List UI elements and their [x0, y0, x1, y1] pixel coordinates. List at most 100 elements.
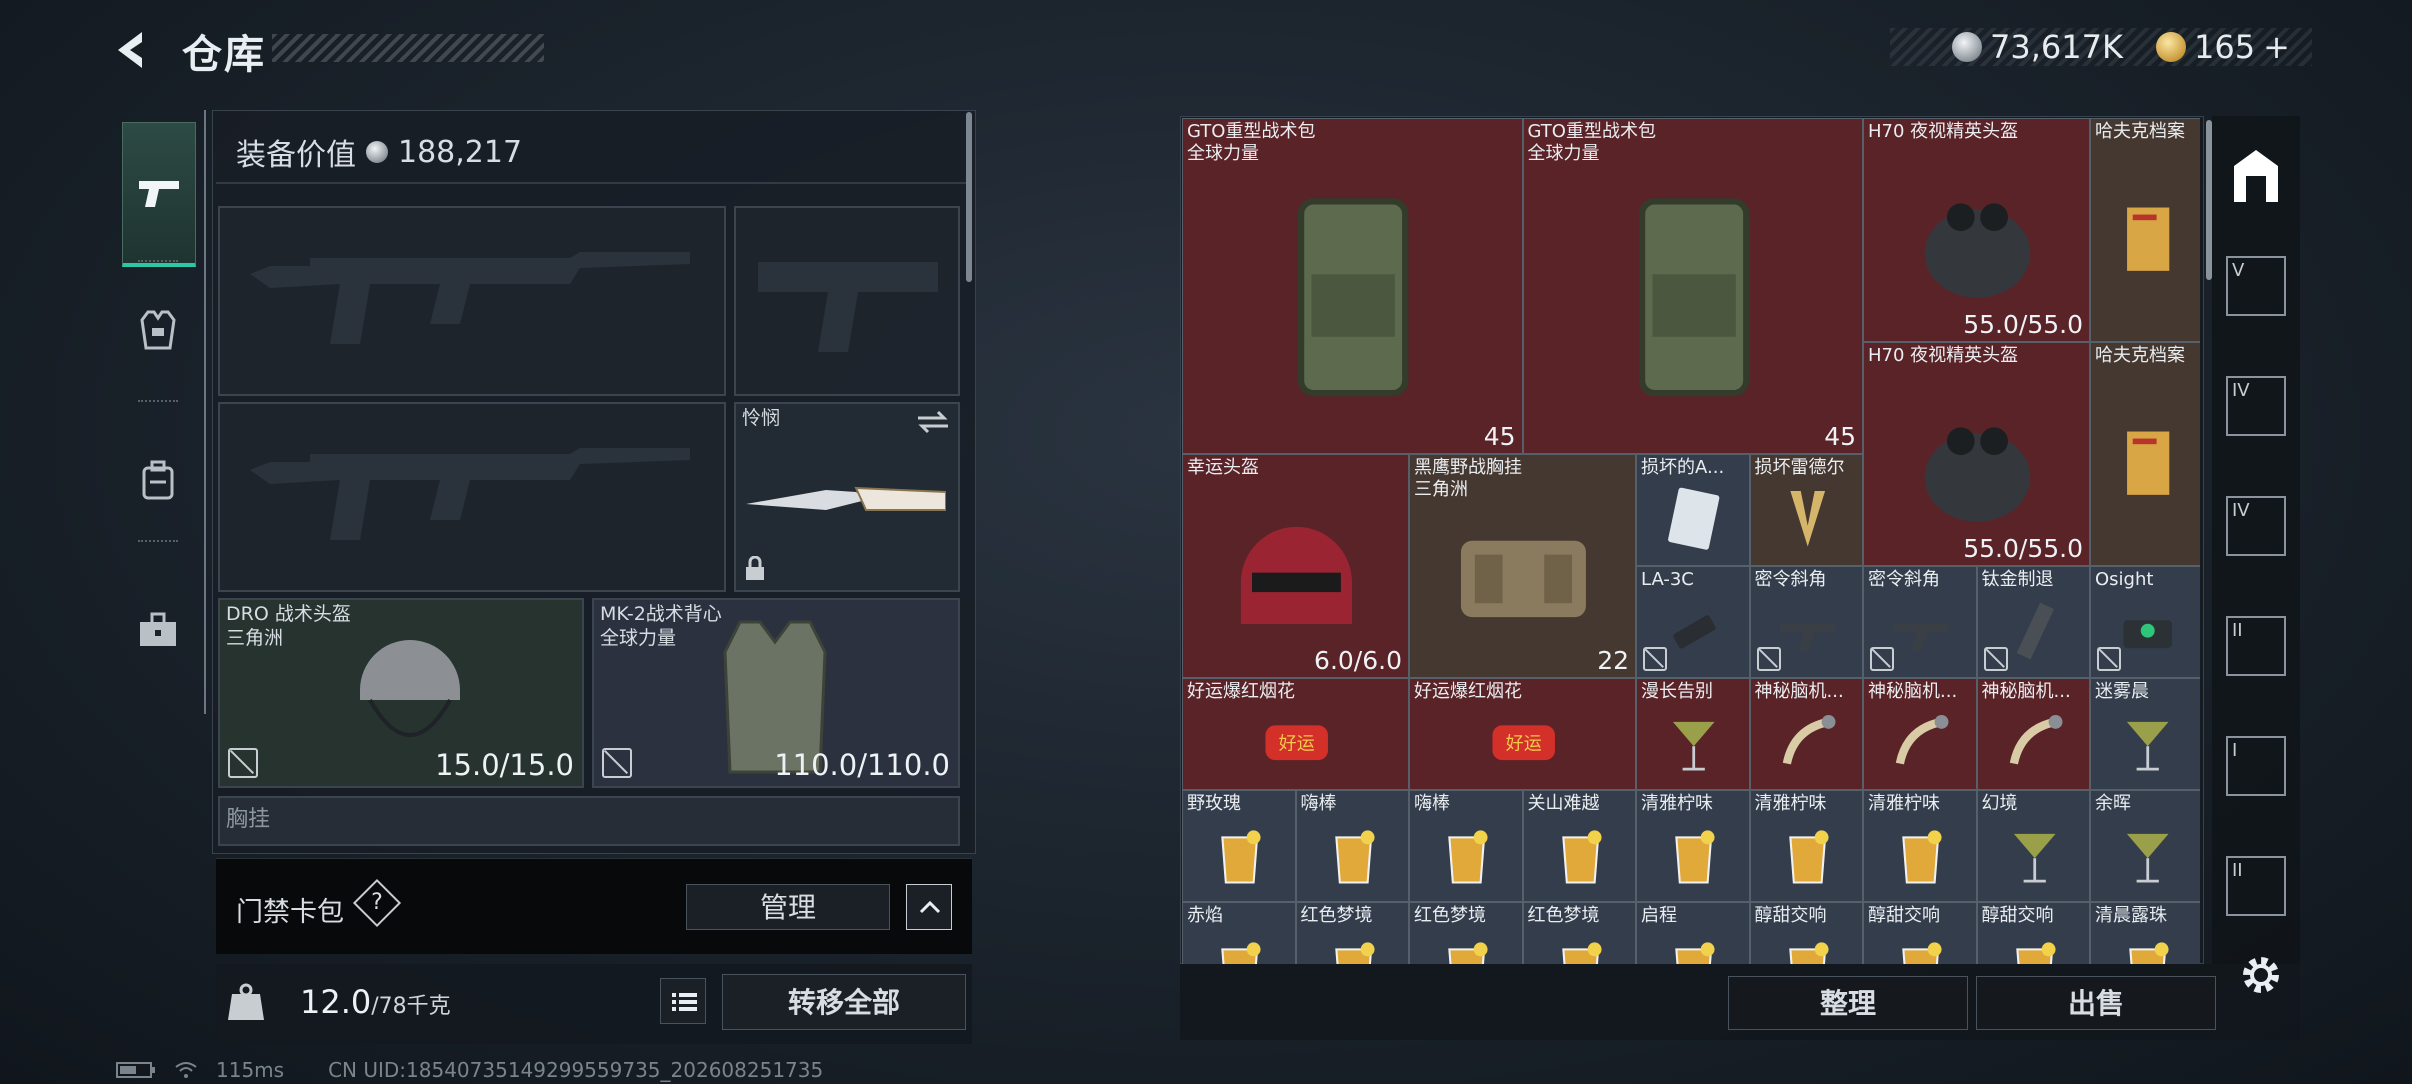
stash-item[interactable]: 野玫瑰 — [1182, 790, 1296, 902]
pistol-slot[interactable] — [734, 206, 960, 396]
tier-tab[interactable]: IV — [2226, 496, 2286, 556]
tab-armor[interactable] — [122, 260, 194, 400]
stash-item[interactable]: 赤焰 — [1182, 902, 1296, 964]
pistol-silhouette-icon — [758, 262, 938, 352]
tab-backpack[interactable] — [122, 410, 194, 550]
vest-faction: 全球力量 — [600, 627, 677, 649]
help-icon[interactable]: ? — [362, 888, 392, 918]
tier-tab[interactable]: IV — [2226, 376, 2286, 436]
weight-value: 12.0 — [300, 983, 372, 1021]
stash-item[interactable]: 神秘脑机... — [1976, 678, 2090, 790]
stash-item[interactable]: 钛金制退 — [1976, 566, 2090, 678]
weight-readout: 12.0/78千克 — [300, 983, 451, 1021]
drink-icon — [1221, 942, 1261, 964]
stash-item[interactable]: 红色梦境 — [1295, 902, 1409, 964]
helmet-faction: 三角洲 — [226, 627, 284, 649]
secondary-weapon-slot[interactable] — [218, 402, 726, 592]
item-name: 好运爆红烟花 — [1414, 681, 1522, 702]
vest-slot[interactable]: MK-2战术背心 全球力量 110.0/110.0 — [592, 598, 960, 788]
stash-tabs: V IV IV II I II — [2212, 116, 2300, 964]
tab-weapons[interactable] — [122, 122, 196, 267]
stash-item[interactable]: 幸运头盔 6.0/6.0 — [1182, 454, 1409, 678]
chest-rig-slot[interactable]: 胸挂 — [218, 796, 960, 846]
stash-item[interactable]: GTO重型战术包 全球力量 45 — [1522, 118, 1863, 454]
stash-item[interactable]: 神秘脑机... — [1863, 678, 1977, 790]
tier-label: II — [2232, 620, 2243, 641]
stash-item[interactable]: 神秘脑机... — [1749, 678, 1863, 790]
stash-item[interactable]: 启程 — [1636, 902, 1750, 964]
stash-item[interactable]: 好运 好运爆红烟花 — [1409, 678, 1636, 790]
stash-item[interactable]: 红色梦境 — [1522, 902, 1636, 964]
gold-currency[interactable]: 165 + — [2156, 28, 2290, 66]
stash-item[interactable]: 漫长告别 — [1636, 678, 1750, 790]
stash-item[interactable]: 清晨露珠 — [2090, 902, 2200, 964]
equipment-scrollbar[interactable] — [966, 112, 972, 282]
stash-item[interactable]: 醇甜交响 — [1863, 902, 1977, 964]
transfer-all-button[interactable]: 转移全部 — [722, 974, 966, 1030]
stash-item[interactable]: 幻境 — [1976, 790, 2090, 902]
stash-item[interactable]: LA-3C — [1636, 566, 1750, 678]
stash-item[interactable]: 哈夫克档案 — [2090, 342, 2200, 566]
item-name: GTO重型战术包 全球力量 — [1187, 121, 1316, 164]
stash-item[interactable]: 密令斜角 — [1863, 566, 1977, 678]
stash-item[interactable]: 醇甜交响 — [1749, 902, 1863, 964]
list-view-button[interactable] — [660, 978, 706, 1024]
stash-item[interactable]: 红色梦境 — [1409, 902, 1523, 964]
sort-button[interactable]: 整理 — [1728, 976, 1968, 1030]
stash-item[interactable]: H70 夜视精英头盔 55.0/55.0 — [1863, 118, 2090, 342]
primary-weapon-slot[interactable] — [218, 206, 726, 396]
stash-item[interactable]: 醇甜交响 — [1976, 902, 2090, 964]
device-icon — [1895, 715, 1949, 765]
stash-item[interactable]: 清雅柠味 — [1863, 790, 1977, 902]
stash-item[interactable]: 嗨棒 — [1409, 790, 1523, 902]
helmet-name: DRO 战术头盔 — [226, 603, 351, 625]
item-count: 55.0/55.0 — [1963, 534, 2083, 563]
stash-item[interactable]: 关山难越 — [1522, 790, 1636, 902]
drink-icon — [1788, 830, 1829, 884]
item-name: 清雅柠味 — [1868, 793, 1940, 814]
tab-toolbox[interactable] — [122, 560, 194, 700]
item-name: 红色梦境 — [1300, 905, 1373, 926]
rifle-silhouette-icon — [250, 252, 690, 344]
gold-coin-icon — [2156, 32, 2186, 62]
stash-item[interactable]: H70 夜视精英头盔 55.0/55.0 — [1863, 342, 2090, 566]
add-gold-button[interactable]: + — [2263, 28, 2290, 66]
settings-icon[interactable] — [2238, 952, 2284, 998]
item-name: 嗨棒 — [1300, 793, 1337, 814]
stash-item[interactable]: 余晖 — [2090, 790, 2200, 902]
drink-icon — [1448, 830, 1488, 884]
not-insured-icon — [1756, 647, 1781, 671]
stash-item[interactable]: 清雅柠味 — [1749, 790, 1863, 902]
item-name: 神秘脑机... — [1981, 681, 2071, 702]
helmet-slot[interactable]: DRO 战术头盔 三角洲 15.0/15.0 — [218, 598, 584, 788]
stash-item[interactable]: 嗨棒 — [1295, 790, 1409, 902]
expand-button[interactable] — [906, 884, 952, 930]
item-name: 启程 — [1641, 905, 1677, 926]
tier-tab[interactable]: II — [2226, 616, 2286, 676]
sell-button[interactable]: 出售 — [1976, 976, 2216, 1030]
drink-icon — [1788, 942, 1829, 964]
stash-item[interactable]: 清雅柠味 — [1636, 790, 1750, 902]
stash-item[interactable]: 迷雾晨 — [2090, 678, 2200, 790]
tier-tab[interactable]: I — [2226, 736, 2286, 796]
laser-icon — [1673, 615, 1716, 649]
item-name: 密令斜角 — [1754, 569, 1827, 590]
stash-item[interactable]: 损坏雷德尔 — [1749, 454, 1863, 566]
stash-item[interactable]: GTO重型战术包 全球力量 45 — [1182, 118, 1523, 454]
swap-icon[interactable] — [916, 410, 950, 434]
stash-item[interactable]: Osight — [2090, 566, 2200, 678]
stash-item[interactable]: 好运 好运爆红烟花 — [1182, 678, 1409, 790]
back-button[interactable] — [112, 28, 156, 72]
stash-item[interactable]: 哈夫克档案 — [2090, 118, 2200, 342]
home-tab-icon[interactable] — [2226, 146, 2286, 206]
firework-icon: 好运 — [1492, 725, 1555, 761]
manage-button[interactable]: 管理 — [686, 884, 890, 930]
tier-tab[interactable]: V — [2226, 256, 2286, 316]
tier-tab[interactable]: II — [2226, 856, 2286, 916]
folder-icon — [2126, 207, 2169, 271]
melee-slot[interactable]: 怜悯 — [734, 402, 960, 592]
drink-icon — [1561, 942, 1602, 964]
stash-item[interactable]: 密令斜角 — [1749, 566, 1863, 678]
stash-item[interactable]: 黑鹰野战胸挂 三角洲 22 — [1409, 454, 1636, 678]
stash-item[interactable]: 损坏的A... — [1636, 454, 1750, 566]
